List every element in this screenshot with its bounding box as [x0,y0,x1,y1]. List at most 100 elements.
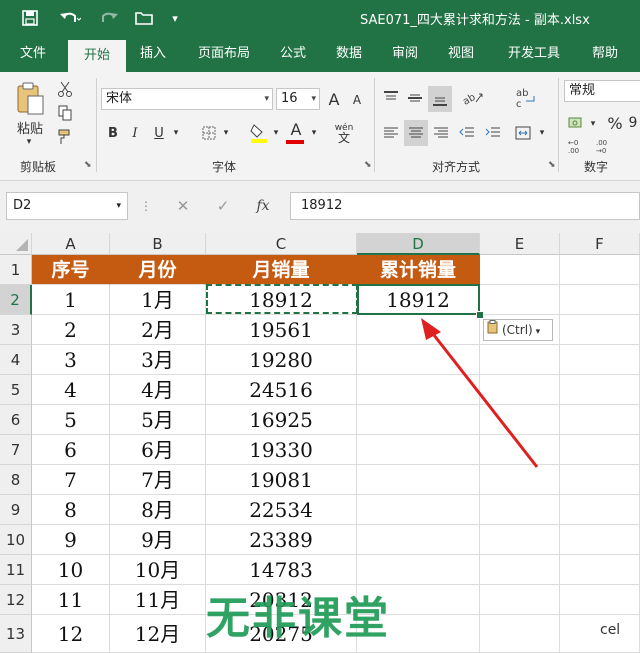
enter-icon[interactable]: ✓ [210,192,236,220]
paste-button[interactable]: 粘贴 [12,118,48,137]
table-cell[interactable]: 19280 [206,345,357,375]
shrink-font-button[interactable]: A [348,90,366,110]
column-header-b[interactable]: B [110,233,206,255]
table-cell[interactable]: 5月 [110,405,206,435]
header-cell[interactable]: 累计销量 [357,255,480,285]
table-cell[interactable] [357,525,480,555]
tab-page-layout[interactable]: 页面布局 [188,36,260,72]
table-cell[interactable] [560,405,640,435]
cut-icon[interactable] [56,80,74,98]
table-cell[interactable]: 23389 [206,525,357,555]
tab-developer[interactable]: 开发工具 [494,36,574,72]
table-cell[interactable]: 4 [32,375,110,405]
align-bottom-icon[interactable] [428,86,452,112]
table-cell[interactable]: 12月 [110,615,206,653]
align-right-icon[interactable] [430,122,452,144]
table-cell[interactable] [560,555,640,585]
table-cell[interactable]: 19330 [206,435,357,465]
decrease-indent-icon[interactable] [456,122,478,144]
fill-color-icon[interactable] [248,120,270,146]
row-header[interactable]: 13 [0,615,32,653]
table-cell[interactable] [357,495,480,525]
borders-icon[interactable] [198,122,220,144]
bold-button[interactable]: B [104,122,122,144]
borders-dropdown-icon[interactable]: ▾ [220,122,232,144]
table-cell[interactable]: 11月 [110,585,206,615]
column-header-a[interactable]: A [32,233,110,255]
select-all-corner[interactable] [0,233,32,255]
table-cell[interactable]: 10月 [110,555,206,585]
table-cell[interactable]: 11 [32,585,110,615]
clipboard-launcher-icon[interactable]: ⬊ [84,160,92,170]
table-cell[interactable] [357,345,480,375]
currency-dropdown-icon[interactable]: ▾ [588,114,598,134]
number-format-select[interactable]: 常规 [564,80,640,102]
increase-decimal-icon[interactable]: ←0.00 [566,136,588,156]
column-header-c[interactable]: C [206,233,357,255]
tab-help[interactable]: 帮助 [582,36,628,72]
merge-dropdown-icon[interactable]: ▾ [536,122,548,144]
table-cell[interactable] [560,465,640,495]
table-cell[interactable]: 12 [32,615,110,653]
table-cell[interactable]: 6月 [110,435,206,465]
customize-icon[interactable]: ▾ [168,8,182,28]
font-launcher-icon[interactable]: ⬊ [364,160,372,170]
table-cell[interactable] [480,465,560,495]
table-cell[interactable]: 19561 [206,315,357,345]
table-cell[interactable] [480,435,560,465]
align-left-icon[interactable] [380,122,402,144]
table-cell[interactable]: 1月 [110,285,206,315]
row-header[interactable]: 7 [0,435,32,465]
folder-icon[interactable] [132,8,156,28]
table-cell[interactable]: 19081 [206,465,357,495]
row-header[interactable]: 10 [0,525,32,555]
header-cell[interactable] [480,255,560,285]
orientation-icon[interactable]: ab [458,86,488,110]
align-middle-icon[interactable] [404,86,426,110]
table-cell[interactable] [357,405,480,435]
table-cell[interactable]: 3 [32,345,110,375]
table-cell[interactable]: 1 [32,285,110,315]
column-header-f[interactable]: F [560,233,640,255]
table-cell[interactable]: 10 [32,555,110,585]
table-cell[interactable]: 7 [32,465,110,495]
column-header-e[interactable]: E [480,233,560,255]
table-cell[interactable]: 2月 [110,315,206,345]
table-cell[interactable] [560,345,640,375]
table-cell[interactable]: 16925 [206,405,357,435]
comma-style-button[interactable]: 9 [626,112,640,134]
row-header[interactable]: 2 [0,285,32,315]
row-header[interactable]: 3 [0,315,32,345]
table-cell[interactable] [480,375,560,405]
font-color-dropdown-icon[interactable]: ▾ [308,122,320,144]
table-cell[interactable]: 2 [32,315,110,345]
save-icon[interactable] [18,8,42,28]
table-cell[interactable] [480,585,560,615]
header-cell[interactable]: 月销量 [206,255,357,285]
table-cell[interactable]: 3月 [110,345,206,375]
header-cell[interactable]: 月份 [110,255,206,285]
decrease-decimal-icon[interactable]: .00 →0 [594,136,616,156]
table-cell[interactable] [560,285,640,315]
align-center-icon[interactable] [404,120,428,146]
table-cell[interactable] [560,585,640,615]
table-cell[interactable] [357,465,480,495]
table-cell[interactable] [357,315,480,345]
table-cell[interactable] [357,435,480,465]
cancel-icon[interactable]: ✕ [170,192,196,220]
tab-formulas[interactable]: 公式 [270,36,316,72]
font-name-select[interactable]: 宋体 ▾ [101,88,273,110]
table-cell[interactable] [560,375,640,405]
tab-home[interactable]: 开始 [68,40,126,72]
underline-dropdown-icon[interactable]: ▾ [170,122,182,144]
grow-font-button[interactable]: A [324,88,344,110]
table-cell[interactable]: 6 [32,435,110,465]
fill-color-dropdown-icon[interactable]: ▾ [270,122,282,144]
table-cell[interactable] [560,525,640,555]
table-cell[interactable] [480,615,560,653]
table-cell[interactable]: 8 [32,495,110,525]
table-cell[interactable] [357,375,480,405]
merge-center-icon[interactable] [512,122,534,144]
tab-insert[interactable]: 插入 [130,36,176,72]
row-header[interactable]: 9 [0,495,32,525]
